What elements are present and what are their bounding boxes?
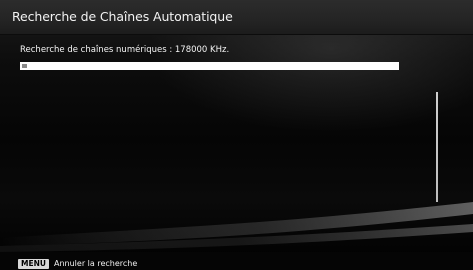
title-bar: Recherche de Chaînes Automatique	[0, 0, 473, 35]
scrollbar[interactable]	[436, 92, 438, 202]
menu-key-badge[interactable]: MENU	[18, 259, 49, 269]
background-swoosh-graphic	[0, 202, 473, 252]
search-status-text: Recherche de chaînes numériques : 178000…	[20, 45, 230, 55]
cancel-search-hint: Annuler la recherche	[54, 259, 138, 268]
search-progress-fill	[22, 64, 27, 68]
search-progress-bar	[20, 62, 399, 70]
page-title: Recherche de Chaînes Automatique	[12, 9, 233, 24]
auto-channel-search-screen: Recherche de Chaînes Automatique Recherc…	[0, 0, 473, 270]
